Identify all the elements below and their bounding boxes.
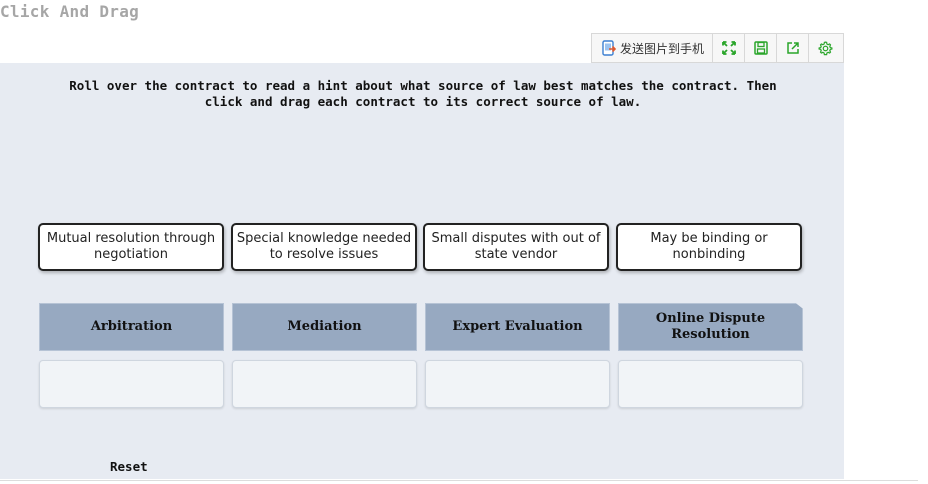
draggable-card[interactable]: Special knowledge needed to resolve issu… (231, 223, 417, 271)
send-to-phone-button[interactable]: 发送图片到手机 (592, 34, 714, 62)
send-phone-icon (602, 40, 616, 56)
drop-zone-expert-evaluation[interactable] (425, 360, 610, 408)
draggable-card[interactable]: Mutual resolution through negotiation (38, 223, 224, 271)
gear-icon (818, 40, 832, 55)
bin-header-arbitration: Arbitration (39, 303, 224, 351)
bin-header-expert-evaluation: Expert Evaluation (425, 303, 610, 351)
settings-button[interactable] (809, 34, 841, 62)
draggable-card[interactable]: Small disputes with out of state vendor (423, 223, 609, 271)
draggable-card[interactable]: May be binding or nonbinding (616, 223, 802, 271)
drag-activity-stage: Roll over the contract to read a hint ab… (0, 63, 844, 479)
save-button[interactable] (745, 34, 778, 62)
share-icon (786, 42, 799, 54)
bin-header-online-dispute-resolution: Online Dispute Resolution (618, 303, 803, 351)
send-to-phone-label: 发送图片到手机 (620, 41, 705, 56)
drop-zone-arbitration[interactable] (39, 360, 224, 408)
page-title: Click And Drag (0, 2, 140, 21)
expand-icon (721, 41, 736, 55)
bin-header-mediation: Mediation (232, 303, 417, 351)
reset-button[interactable]: Reset (110, 459, 148, 474)
instructions-text: Roll over the contract to read a hint ab… (69, 78, 777, 109)
bottom-divider (0, 480, 918, 481)
drop-zone-online-dispute-resolution[interactable] (618, 360, 803, 408)
image-toolbar: 发送图片到手机 (591, 33, 844, 63)
fullscreen-button[interactable] (713, 34, 746, 62)
drop-zone-mediation[interactable] (232, 360, 417, 408)
save-icon (753, 41, 768, 55)
share-button[interactable] (777, 34, 810, 62)
